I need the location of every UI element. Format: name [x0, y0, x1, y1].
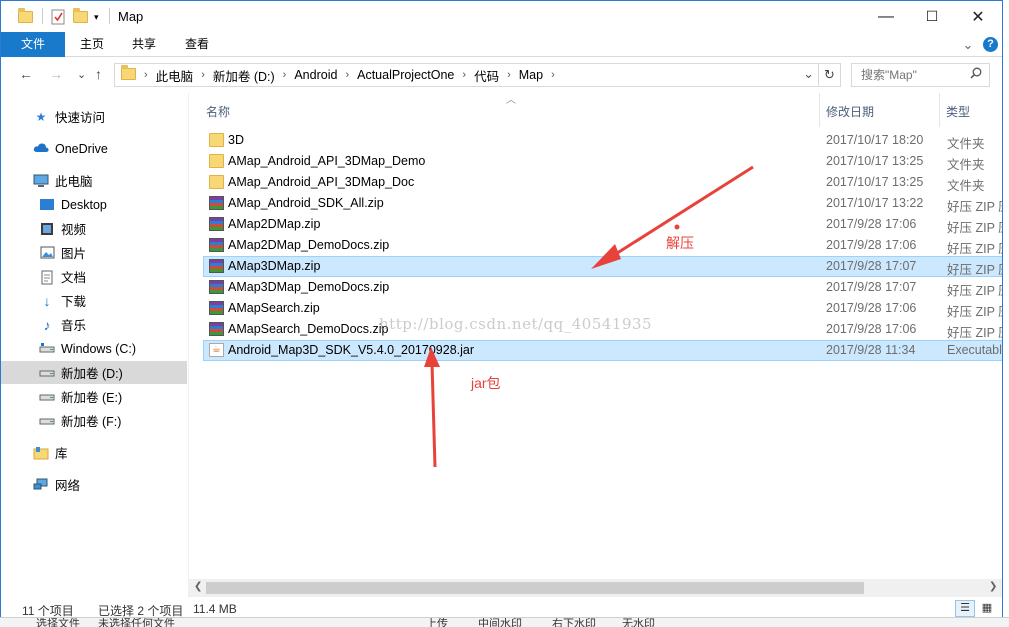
- large-icons-view-icon[interactable]: ▦: [977, 600, 997, 617]
- explorer-window: ▾ Map — ☐ ✕ 文件 主页 共享 查看 ⌄ ? ← → ⌄ ↑ › 此电…: [0, 0, 1003, 627]
- scroll-right-icon[interactable]: ❯: [989, 581, 997, 592]
- scroll-left-icon[interactable]: ❮: [194, 581, 202, 592]
- choose-file-button[interactable]: 选择文件: [36, 618, 80, 627]
- annotation-jar: jar包: [471, 375, 501, 391]
- annotation-unzip: 解压: [666, 235, 694, 251]
- watermark-bottomright-option[interactable]: 右下水印: [552, 618, 596, 627]
- annotation-arrows: [424, 165, 754, 468]
- scrollbar-thumb[interactable]: [206, 582, 864, 594]
- no-file-text: 未选择任何文件: [98, 618, 175, 627]
- background-page-strip: 选择文件 未选择任何文件 上传 中间水印 右下水印 无水印: [0, 617, 1009, 627]
- horizontal-scrollbar[interactable]: ❮ ❯: [189, 579, 1002, 597]
- no-watermark-option[interactable]: 无水印: [622, 618, 655, 627]
- watermark-center-option[interactable]: 中间水印: [478, 618, 522, 627]
- upload-button[interactable]: 上传: [426, 618, 448, 627]
- selected-size: 11.4 MB: [193, 602, 237, 616]
- details-view-icon[interactable]: ☰: [955, 600, 975, 617]
